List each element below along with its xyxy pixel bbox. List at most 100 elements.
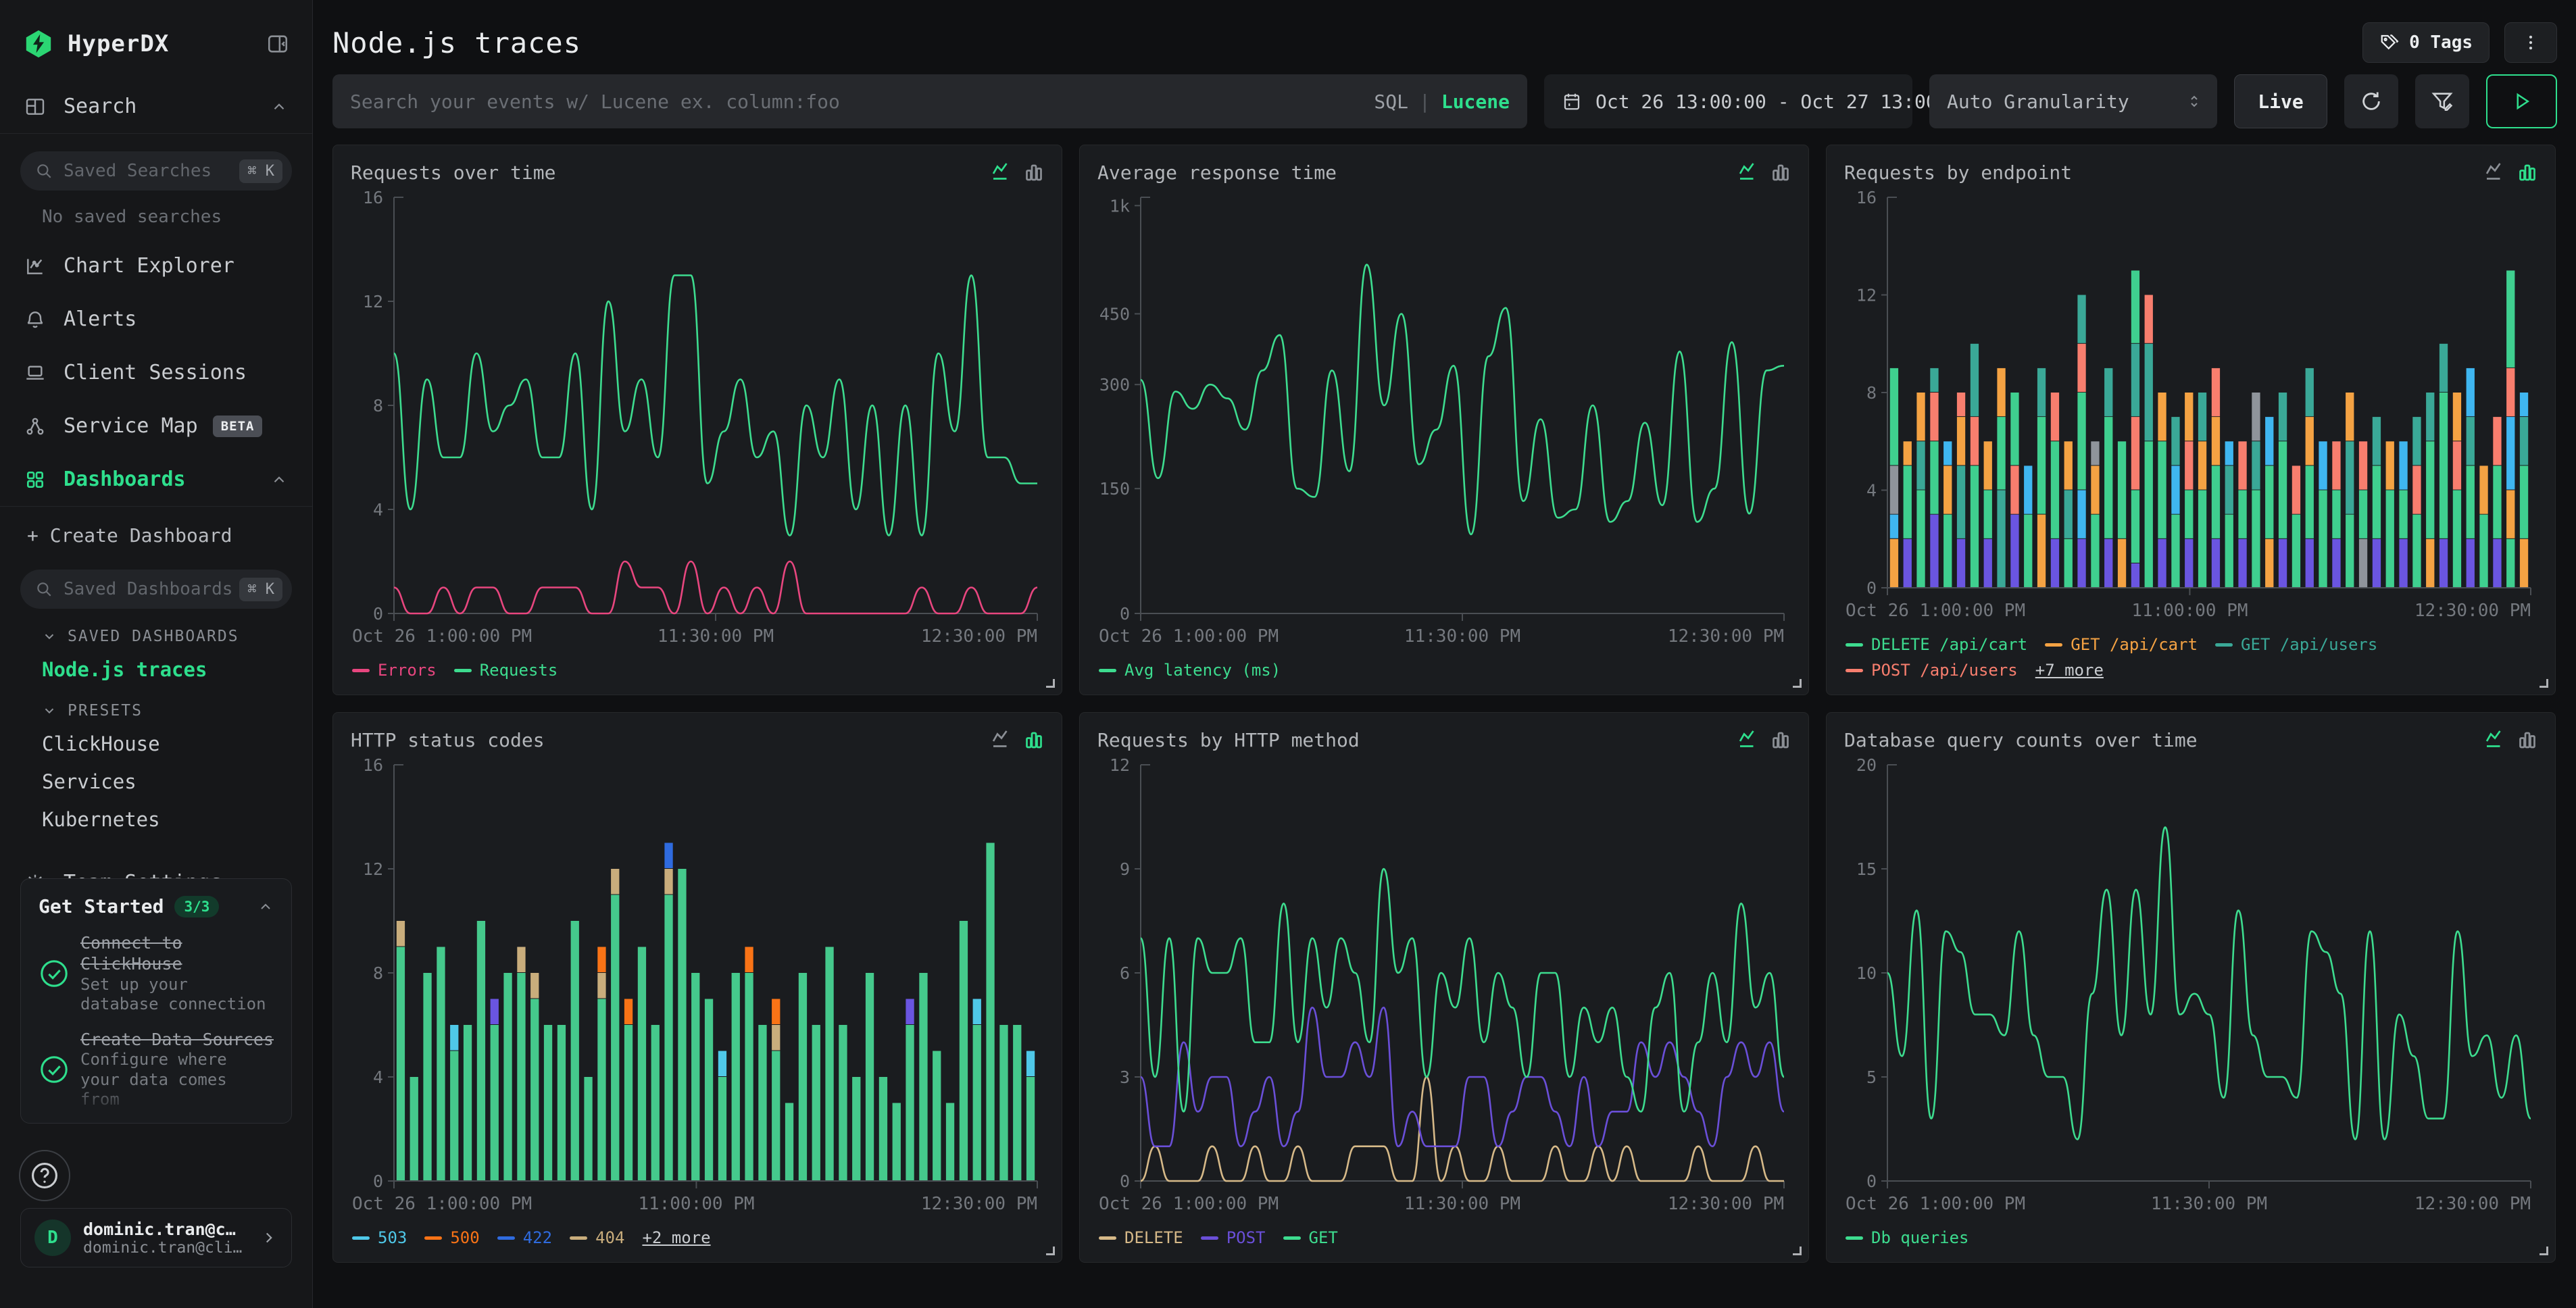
chart-title: Requests by HTTP method [1097, 729, 1360, 751]
toggle-divider: | [1419, 91, 1431, 113]
bar-chart-icon[interactable] [2517, 161, 2537, 182]
search-layout-icon [24, 96, 46, 118]
refresh-button[interactable] [2344, 74, 2398, 128]
sidebar-item-service-map[interactable]: Service Map BETA [0, 399, 312, 453]
svg-text:12: 12 [363, 859, 383, 879]
tags-button[interactable]: 0 Tags [2362, 22, 2490, 63]
chevron-up-icon [270, 471, 288, 488]
chart-card-requests-over-time: Requests over time 1612840Oct 26 1:00:00… [332, 145, 1062, 695]
svg-text:Oct 26 1:00:00 PM: Oct 26 1:00:00 PM [1846, 1194, 2025, 1214]
line-chart-icon[interactable] [1738, 729, 1758, 749]
saved-dashboards-section-toggle[interactable]: SAVED DASHBOARDS [0, 614, 312, 651]
more-options-button[interactable] [2504, 22, 2557, 63]
shortcut-badge: ⌘ K [239, 578, 282, 601]
create-dashboard-button[interactable]: + Create Dashboard [0, 507, 312, 552]
preset-link-kubernetes[interactable]: Kubernetes [0, 801, 312, 838]
resize-handle[interactable] [1046, 1247, 1055, 1255]
sql-toggle[interactable]: SQL [1374, 91, 1408, 113]
event-search-input[interactable] [350, 91, 1374, 113]
saved-dashboards-input[interactable] [64, 579, 239, 599]
chevron-up-down-icon [2186, 93, 2202, 109]
sidebar-item-label: Chart Explorer [64, 254, 234, 278]
dashboard-link-nodejs-traces[interactable]: Node.js traces [0, 651, 312, 688]
tags-icon [2379, 32, 2400, 53]
svg-text:11:00:00 PM: 11:00:00 PM [2131, 601, 2248, 621]
bar-chart-icon[interactable] [1024, 729, 1044, 749]
line-chart-icon[interactable] [991, 161, 1012, 182]
dashboards-icon [24, 469, 46, 490]
legend-more-link[interactable]: +2 more [642, 1228, 710, 1247]
svg-text:11:30:00 PM: 11:30:00 PM [658, 626, 774, 647]
bar-chart-icon[interactable] [1024, 161, 1044, 182]
sidebar-item-label: Alerts [64, 307, 137, 331]
legend-item[interactable]: POST [1201, 1228, 1266, 1247]
legend-item[interactable]: POST /api/users [1846, 661, 2018, 680]
sidebar-item-alerts[interactable]: Alerts [0, 293, 312, 346]
legend-item[interactable]: Requests [454, 661, 558, 680]
sidebar-item-search[interactable]: Search [0, 80, 312, 134]
date-range-picker[interactable]: Oct 26 13:00:00 - Oct 27 13:00:00 [1544, 74, 1912, 128]
legend-item[interactable]: Db queries [1846, 1228, 1969, 1247]
user-profile[interactable]: D dominic.tran@c… dominic.tran@cli… [20, 1208, 292, 1267]
legend-item[interactable]: 404 [570, 1228, 624, 1247]
svg-text:12: 12 [1856, 286, 1877, 305]
svg-text:6: 6 [1120, 963, 1130, 983]
live-button[interactable]: Live [2234, 74, 2327, 128]
service-map-icon [24, 416, 46, 437]
sidebar-item-client-sessions[interactable]: Client Sessions [0, 346, 312, 399]
bar-chart-icon[interactable] [2517, 729, 2537, 749]
chart-legend: Db queries [1844, 1220, 2537, 1253]
granularity-value: Auto Granularity [1947, 91, 2129, 113]
legend-item[interactable]: GET /api/users [2215, 635, 2377, 654]
legend-item[interactable]: GET /api/cart [2045, 635, 2198, 654]
date-range-value: Oct 26 13:00:00 - Oct 27 13:00:00 [1595, 91, 1971, 113]
chevron-up-icon[interactable] [257, 899, 274, 915]
svg-text:4: 4 [1866, 481, 1877, 501]
resize-handle[interactable] [1793, 1247, 1802, 1255]
presets-section-toggle[interactable]: PRESETS [0, 688, 312, 725]
sidebar-item-dashboards[interactable]: Dashboards [0, 453, 312, 507]
resize-handle[interactable] [2540, 1247, 2548, 1255]
saved-searches-searchbox[interactable]: ⌘ K [20, 151, 292, 191]
event-search-box[interactable]: SQL | Lucene [332, 74, 1527, 128]
legend-item[interactable]: 503 [352, 1228, 407, 1247]
legend-item[interactable]: Avg latency (ms) [1099, 661, 1281, 680]
legend-item[interactable]: Errors [352, 661, 437, 680]
resize-handle[interactable] [1046, 679, 1055, 688]
legend-item[interactable]: DELETE [1099, 1228, 1183, 1247]
get-started-item[interactable]: Connect to ClickHouse Set up your databa… [39, 932, 274, 1014]
preset-link-services[interactable]: Services [0, 763, 312, 801]
resize-handle[interactable] [1793, 679, 1802, 688]
svg-text:4: 4 [373, 1067, 383, 1087]
svg-text:Oct 26 1:00:00 PM: Oct 26 1:00:00 PM [352, 626, 532, 647]
line-chart-icon[interactable] [2485, 161, 2505, 182]
filter-edit-button[interactable] [2415, 74, 2469, 128]
bar-chart-icon[interactable] [1770, 161, 1791, 182]
help-button[interactable] [19, 1150, 70, 1201]
legend-item[interactable]: GET [1283, 1228, 1338, 1247]
preset-link-clickhouse[interactable]: ClickHouse [0, 725, 312, 763]
bar-chart-icon[interactable] [1770, 729, 1791, 749]
get-started-item[interactable]: Create Data Sources Configure where your… [39, 1029, 274, 1109]
line-chart-icon[interactable] [1738, 161, 1758, 182]
check-circle-icon [39, 958, 70, 989]
legend-item[interactable]: DELETE /api/cart [1846, 635, 2027, 654]
sidebar-item-chart-explorer[interactable]: Chart Explorer [0, 239, 312, 293]
line-chart-icon[interactable] [991, 729, 1012, 749]
legend-more-link[interactable]: +7 more [2035, 661, 2104, 680]
legend-item[interactable]: 422 [497, 1228, 552, 1247]
legend-item[interactable]: 500 [424, 1228, 479, 1247]
svg-text:Oct 26 1:00:00 PM: Oct 26 1:00:00 PM [1099, 1194, 1279, 1214]
svg-text:11:30:00 PM: 11:30:00 PM [1404, 1194, 1520, 1214]
saved-dashboards-searchbox[interactable]: ⌘ K [20, 570, 292, 609]
sidebar-collapse-icon[interactable] [266, 32, 289, 55]
get-started-title: Get Started [39, 895, 164, 917]
svg-text:150: 150 [1099, 479, 1130, 499]
svg-text:0: 0 [1120, 604, 1130, 624]
run-query-button[interactable] [2486, 74, 2557, 128]
lucene-toggle[interactable]: Lucene [1441, 91, 1510, 113]
line-chart-icon[interactable] [2485, 729, 2505, 749]
resize-handle[interactable] [2540, 679, 2548, 688]
granularity-select[interactable]: Auto Granularity [1929, 74, 2217, 128]
saved-searches-input[interactable] [64, 161, 239, 181]
